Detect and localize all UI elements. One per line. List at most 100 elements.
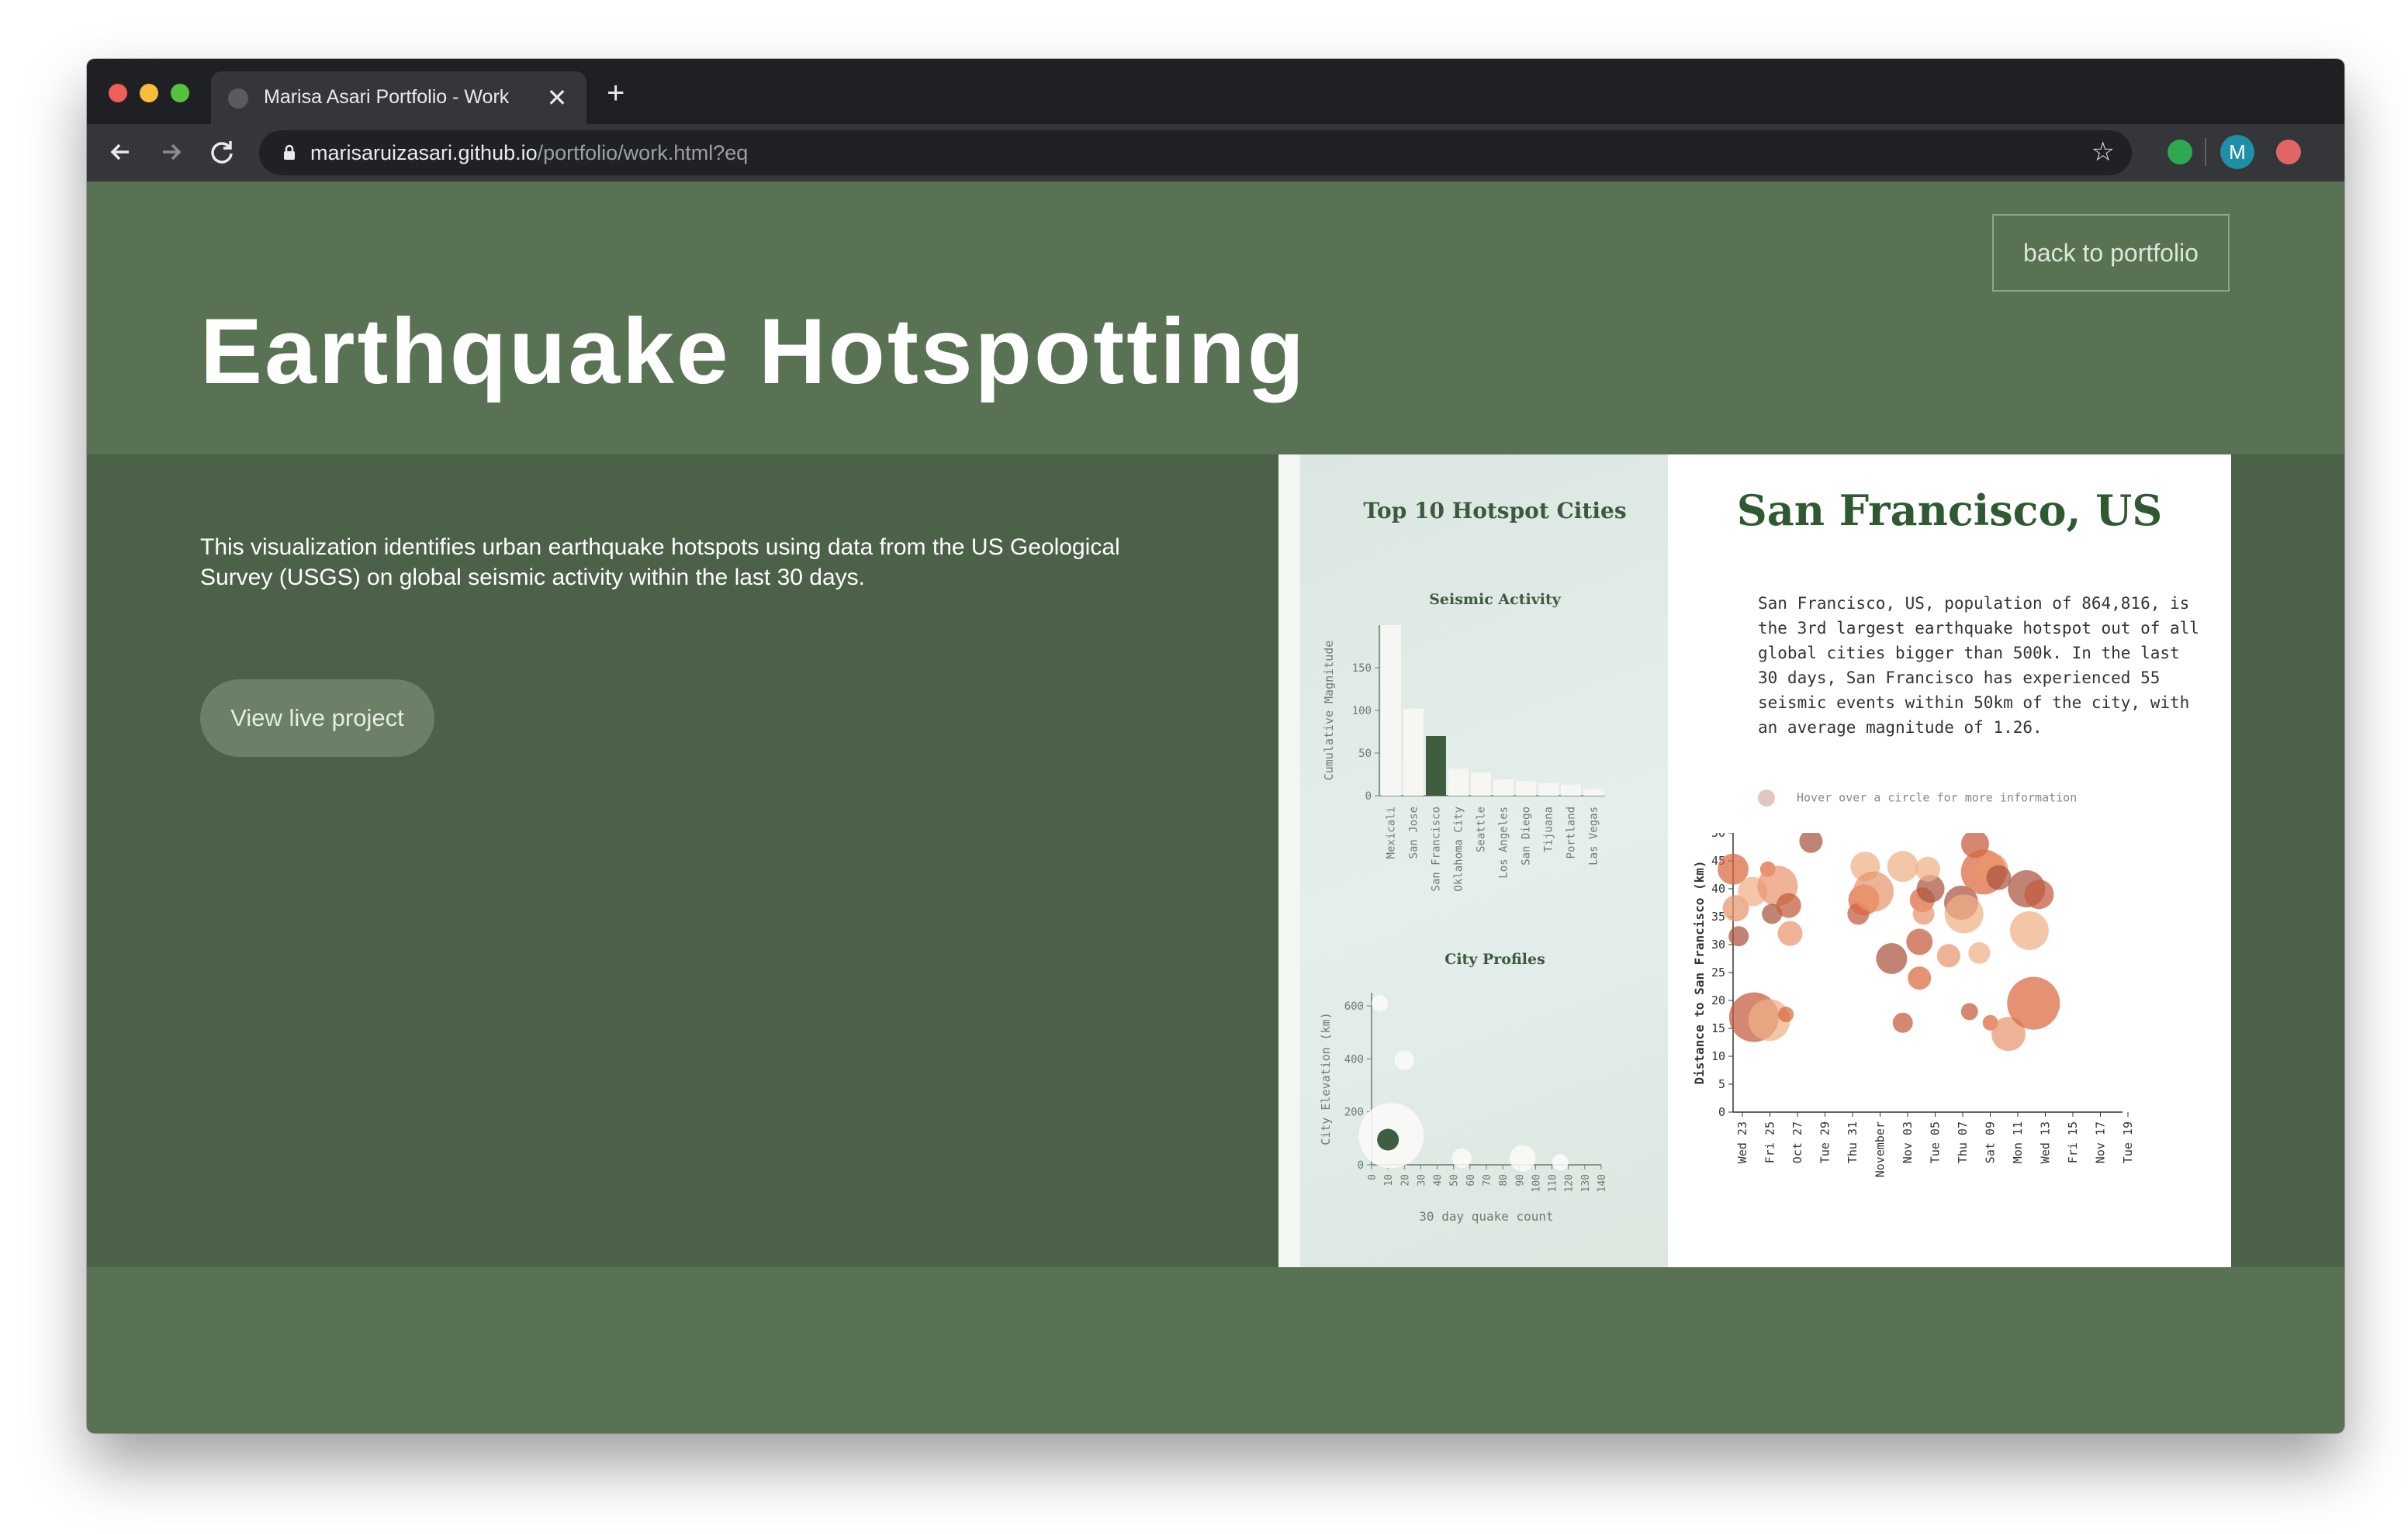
x-tick-label: Mon 11 xyxy=(2011,1121,2025,1163)
y-tick-label: 0 xyxy=(1358,1159,1364,1172)
browser-window: Marisa Asari Portfolio - Work ✕ + marisa… xyxy=(87,59,2344,1433)
x-axis-label: 30 day quake count xyxy=(1419,1209,1553,1224)
maximize-window-button[interactable] xyxy=(171,84,189,102)
extension-icon[interactable] xyxy=(2168,140,2192,164)
x-tick-label: 130 xyxy=(1580,1174,1592,1192)
seismic-activity-chart: 0 50 100 150 Mexicali San Jose San Francisco Ok… xyxy=(1322,625,1604,892)
quake-point xyxy=(2009,911,2049,950)
x-tick-label: Tijuana xyxy=(1543,807,1555,852)
lock-icon[interactable] xyxy=(278,141,301,164)
x-tick-label: 70 xyxy=(1482,1174,1493,1187)
y-tick-label: 100 xyxy=(1352,705,1372,717)
city-point xyxy=(1451,1148,1472,1169)
city-point xyxy=(1509,1145,1536,1172)
preview-left-panel: Top 10 Hotspot Cities Seismic Activity 0… xyxy=(1278,454,1668,1267)
quake-point xyxy=(1876,943,1908,974)
quake-point xyxy=(1887,851,1918,883)
quake-point xyxy=(1777,921,1803,946)
seismic-activity-title: Seismic Activity xyxy=(1429,591,1561,608)
city-point xyxy=(1552,1154,1569,1171)
x-tick-label: Nov 17 xyxy=(2094,1121,2108,1163)
y-tick-label: 400 xyxy=(1344,1053,1364,1066)
url-host: marisaruizasari.github.io xyxy=(310,141,538,164)
globe-icon xyxy=(228,88,248,109)
city-title: San Francisco, US xyxy=(1736,485,2163,535)
quake-point xyxy=(1915,856,1940,882)
x-tick-label: 20 xyxy=(1399,1174,1411,1187)
star-icon[interactable]: ☆ xyxy=(2091,136,2115,168)
highlight-city-point xyxy=(1377,1128,1399,1151)
project-section: This visualization identifies urban eart… xyxy=(87,454,2344,1267)
x-tick-label: Fri 25 xyxy=(1763,1121,1777,1163)
quake-point xyxy=(1936,944,1960,968)
x-tick-label: Oklahoma City xyxy=(1453,807,1465,892)
quake-point xyxy=(1799,833,1823,853)
x-tick-label: San Jose xyxy=(1408,807,1420,859)
x-tick-label: 110 xyxy=(1548,1174,1559,1192)
x-tick-label: 80 xyxy=(1498,1174,1510,1187)
y-tick-label: 30 xyxy=(1711,938,1725,952)
y-tick-label: 0 xyxy=(1365,790,1372,803)
profile-avatar[interactable]: M xyxy=(2220,135,2254,169)
url-text[interactable]: marisaruizasari.github.io/portfolio/work… xyxy=(310,141,748,165)
x-tick-label: Thu 07 xyxy=(1956,1121,1970,1163)
hover-hint: Hover over a circle for more information xyxy=(1758,789,2077,807)
tab-close-icon[interactable]: ✕ xyxy=(541,82,573,113)
y-tick-label: 200 xyxy=(1344,1107,1364,1119)
y-tick-label: 15 xyxy=(1711,1021,1725,1035)
minimize-window-button[interactable] xyxy=(140,84,158,102)
quake-point xyxy=(1728,926,1749,947)
page-title: Earthquake Hotspotting xyxy=(200,299,1307,403)
toolbar-divider xyxy=(2205,138,2206,166)
bar-san-jose xyxy=(1403,708,1424,796)
x-tick-label: 140 xyxy=(1597,1174,1608,1192)
quake-point xyxy=(1776,893,1801,918)
bar-mexicali xyxy=(1381,625,1401,796)
address-bar[interactable]: marisaruizasari.github.io/portfolio/work… xyxy=(259,130,2132,175)
x-tick-label: Mexicali xyxy=(1386,807,1398,859)
quake-point xyxy=(1892,1012,1913,1033)
city-point xyxy=(1372,995,1389,1012)
bar-san-francisco xyxy=(1426,736,1446,796)
forward-arrow-icon[interactable] xyxy=(154,135,188,169)
city-point xyxy=(1394,1050,1414,1070)
x-tick-label: Tue 19 xyxy=(2121,1121,2135,1163)
city-description: San Francisco, US, population of 864,816… xyxy=(1758,594,2199,737)
back-to-portfolio-button[interactable]: back to portfolio xyxy=(1992,214,2230,292)
y-tick-label: 5 xyxy=(1718,1077,1725,1091)
new-tab-icon[interactable]: + xyxy=(607,76,624,110)
x-tick-label: Tue 05 xyxy=(1929,1121,1943,1163)
browser-toolbar: marisaruizasari.github.io/portfolio/work… xyxy=(87,124,2344,181)
x-tick-label: 120 xyxy=(1564,1174,1576,1192)
reload-icon[interactable] xyxy=(205,135,239,169)
city-profiles-chart: 0 200 400 600 0 10 20 30 40 50 60 70 80 90 100 110 120 13… xyxy=(1319,993,1608,1224)
y-axis-label: Distance to San Francisco (km) xyxy=(1692,861,1707,1085)
quake-point xyxy=(1853,871,1894,912)
bar-tijuana xyxy=(1538,783,1559,796)
x-tick-label: 10 xyxy=(1383,1174,1395,1187)
hover-hint-text: Hover over a circle for more information xyxy=(1797,790,2078,805)
y-tick-label: 600 xyxy=(1344,1000,1364,1013)
bar-san-diego xyxy=(1516,781,1536,796)
x-tick-label: Las Vegas xyxy=(1588,807,1600,865)
footer-section xyxy=(87,1267,2344,1433)
y-tick-label: 25 xyxy=(1711,966,1725,979)
y-tick-label: 10 xyxy=(1711,1049,1725,1063)
preview-left-title: Top 10 Hotspot Cities xyxy=(1363,498,1627,523)
bar-seattle xyxy=(1471,772,1491,796)
view-live-project-button[interactable]: View live project xyxy=(200,679,434,757)
back-arrow-icon[interactable] xyxy=(104,135,138,169)
close-window-button[interactable] xyxy=(109,84,127,102)
x-tick-label: 90 xyxy=(1514,1174,1526,1187)
x-tick-label: 50 xyxy=(1449,1174,1461,1187)
x-tick-label: 100 xyxy=(1531,1174,1542,1192)
x-tick-label: 60 xyxy=(1465,1174,1477,1187)
url-path: /portfolio/work.html?eq xyxy=(537,141,749,164)
project-description: This visualization identifies urban eart… xyxy=(200,534,1120,590)
update-icon[interactable] xyxy=(2276,140,2301,164)
preview-right-panel: San Francisco, US San Francisco, US, pop… xyxy=(1668,454,2231,1267)
browser-tab[interactable]: Marisa Asari Portfolio - Work ✕ xyxy=(211,71,586,124)
page-content: back to portfolio Earthquake Hotspotting… xyxy=(87,181,2344,1433)
y-tick-label: 0 xyxy=(1718,1105,1725,1119)
bar-las-vegas xyxy=(1583,789,1604,796)
